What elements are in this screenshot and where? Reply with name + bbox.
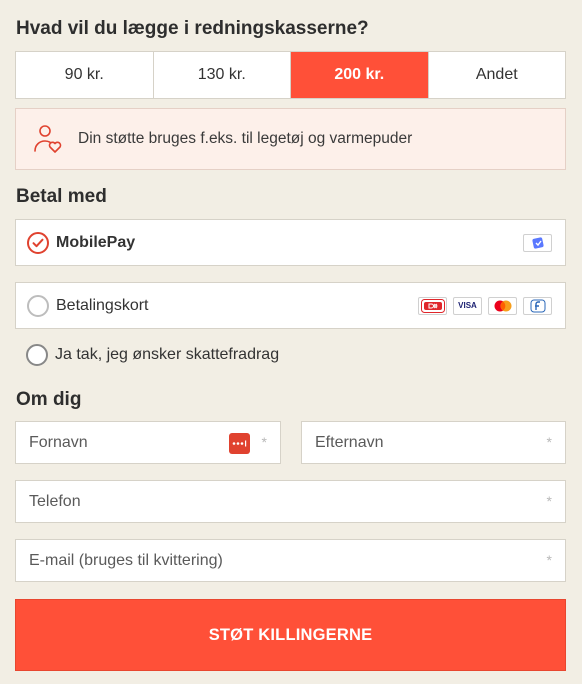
card-label: Betalingskort — [56, 296, 149, 314]
last-name-placeholder: Efternavn — [315, 433, 384, 451]
mobilepay-radio[interactable] — [27, 231, 49, 254]
email-placeholder: E-mail (bruges til kvittering) — [29, 551, 223, 569]
payment-option-mobilepay[interactable]: MobilePay — [15, 219, 566, 266]
payment-option-card[interactable]: Betalingskort VISA — [15, 282, 566, 329]
tax-deduction-option[interactable]: Ja tak, jeg ønsker skattefradrag — [26, 344, 279, 366]
about-heading: Om dig — [16, 389, 82, 410]
last-name-field[interactable]: Efternavn * — [301, 421, 566, 464]
mastercard-logo — [488, 296, 517, 315]
required-mark: * — [261, 434, 267, 450]
card-radio[interactable] — [27, 294, 49, 317]
mobilepay-label: MobilePay — [56, 233, 136, 251]
checkmark-icon — [32, 238, 44, 247]
email-field[interactable]: E-mail (bruges til kvittering) * — [15, 539, 566, 582]
person-heart-icon — [32, 123, 64, 155]
mobilepay-logo — [523, 233, 552, 252]
tax-deduction-label: Ja tak, jeg ønsker skattefradrag — [55, 346, 280, 363]
amount-option-other[interactable]: Andet — [429, 52, 566, 98]
amount-option-130[interactable]: 130 kr. — [154, 52, 291, 98]
first-name-field[interactable]: Fornavn * — [15, 421, 281, 464]
required-mark: * — [546, 493, 552, 509]
amount-selector: 90 kr. 130 kr. 200 kr. Andet — [15, 51, 566, 99]
forbrugsforeningen-logo — [523, 296, 552, 315]
amount-heading: Hvad vil du lægge i redningskasserne? — [16, 18, 369, 39]
visa-logo: VISA — [453, 296, 482, 315]
phone-placeholder: Telefon — [29, 492, 81, 510]
submit-button[interactable]: STØT KILLINGERNE — [15, 599, 566, 671]
required-mark: * — [546, 434, 552, 450]
amount-option-90[interactable]: 90 kr. — [16, 52, 154, 98]
password-manager-icon[interactable] — [229, 433, 250, 454]
dankort-logo — [418, 296, 447, 315]
tax-deduction-radio[interactable] — [26, 344, 48, 366]
info-text: Din støtte bruges f.eks. til legetøj og … — [78, 130, 413, 147]
required-mark: * — [546, 552, 552, 568]
phone-field[interactable]: Telefon * — [15, 480, 566, 523]
first-name-placeholder: Fornavn — [29, 433, 88, 451]
payment-heading: Betal med — [16, 186, 107, 207]
amount-option-200[interactable]: 200 kr. — [291, 52, 429, 98]
info-banner: Din støtte bruges f.eks. til legetøj og … — [15, 108, 566, 170]
